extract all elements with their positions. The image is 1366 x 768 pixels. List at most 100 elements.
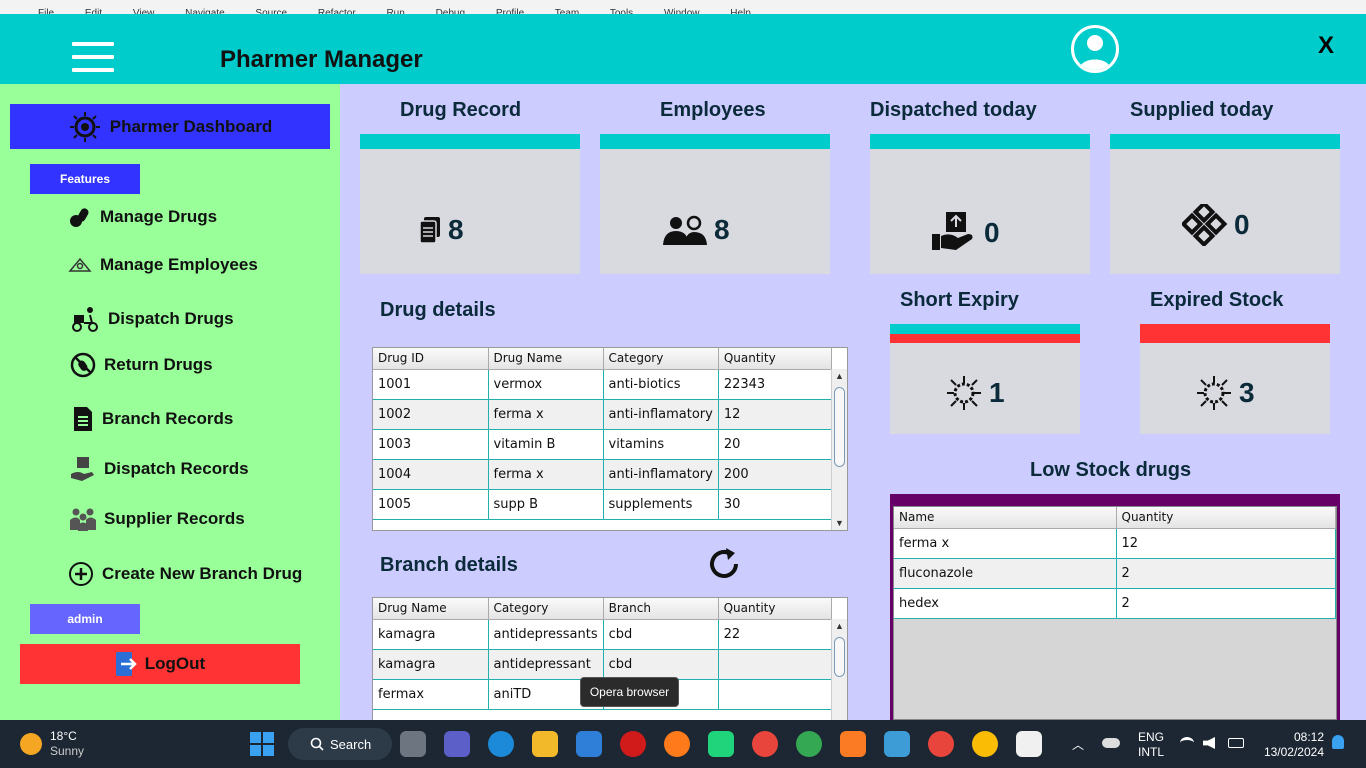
column-header[interactable]: Branch — [603, 598, 719, 620]
chrome-profile-icon[interactable] — [796, 731, 822, 757]
table-cell[interactable]: anti-biotics — [603, 369, 719, 400]
table-row[interactable]: ferma x 12 — [894, 528, 1336, 559]
table-row[interactable]: 1004 ferma x anti-inflamatory 200 — [373, 459, 833, 490]
table-cell[interactable]: fermax — [373, 679, 489, 710]
expired-stock-card[interactable]: 3 — [1140, 324, 1330, 434]
xampp-icon[interactable] — [840, 731, 866, 757]
java-icon[interactable] — [1016, 731, 1042, 757]
file-explorer-icon[interactable] — [532, 731, 558, 757]
table-row[interactable]: kamagra antidepressants cbd 22 — [373, 619, 833, 650]
table-cell[interactable] — [718, 679, 833, 710]
table-row[interactable]: 1005 supp Bsupplements 30 — [373, 489, 833, 520]
column-header[interactable]: Drug ID — [373, 348, 489, 370]
sidebar-item-branch-records[interactable]: Branch Records — [72, 406, 233, 432]
pycharm-icon[interactable] — [708, 731, 734, 757]
table-row[interactable]: hedex 2 — [894, 588, 1336, 619]
logout-button[interactable]: LogOut — [20, 644, 300, 684]
column-header[interactable]: Quantity — [1116, 507, 1336, 529]
clock[interactable]: 08:12 13/02/2024 — [1258, 730, 1324, 760]
sidebar-item-dispatch-drugs[interactable]: Dispatch Drugs — [70, 305, 234, 333]
table-cell[interactable]: 2 — [1116, 588, 1336, 619]
table-cell[interactable]: 12 — [1116, 528, 1336, 559]
table-cell[interactable]: 22343 — [718, 369, 833, 400]
weather-sun-icon[interactable] — [20, 733, 42, 755]
dashboard-button[interactable]: Pharmer Dashboard — [10, 104, 330, 149]
edge-icon[interactable] — [488, 731, 514, 757]
column-header[interactable]: Category — [488, 598, 604, 620]
sidebar-item-manage-drugs[interactable]: Manage Drugs — [68, 205, 217, 229]
table-cell[interactable]: 1002 — [373, 399, 489, 430]
sidebar-item-supplier-records[interactable]: Supplier Records — [70, 506, 245, 532]
table-cell[interactable]: kamagra — [373, 619, 489, 650]
table-cell[interactable]: 2 — [1116, 558, 1336, 589]
stat-card-drug-record[interactable]: 8 — [360, 134, 580, 274]
table-cell[interactable]: antidepressant — [488, 649, 604, 680]
table-cell[interactable]: ferma x — [488, 399, 604, 430]
sidebar-item-manage-employees[interactable]: Manage Employees — [68, 253, 258, 277]
stat-card-dispatched-today[interactable]: 0 — [870, 134, 1090, 274]
table-cell[interactable]: ferma x — [488, 459, 604, 490]
chrome-icon[interactable] — [752, 731, 778, 757]
table-row[interactable]: kamagra antidepressant cbd — [373, 649, 833, 680]
column-header[interactable]: Quantity — [718, 598, 833, 620]
column-header[interactable]: Category — [603, 348, 719, 370]
table-row[interactable]: 1003 vitamin Bvitamins 20 — [373, 429, 833, 460]
table-cell[interactable]: cbd — [603, 649, 719, 680]
table-cell[interactable]: 20 — [718, 429, 833, 460]
table-cell[interactable]: 1004 — [373, 459, 489, 490]
task-view-icon[interactable] — [400, 731, 426, 757]
table-cell[interactable]: anti-inflamatory — [603, 399, 719, 430]
column-header[interactable]: Drug Name — [488, 348, 604, 370]
short-expiry-card[interactable]: 1 — [890, 324, 1080, 434]
table-cell[interactable]: 30 — [718, 489, 833, 520]
table-cell[interactable]: supplements — [603, 489, 719, 520]
vertical-scrollbar[interactable]: ▲ ▼ — [831, 369, 847, 530]
column-header[interactable]: Name — [894, 507, 1117, 529]
column-header[interactable]: Drug Name — [373, 598, 489, 620]
chrome-profile-3-icon[interactable] — [972, 731, 998, 757]
table-row[interactable]: 1001 vermox anti-biotics 22343 — [373, 369, 833, 400]
user-avatar-icon[interactable] — [1071, 25, 1119, 73]
low-stock-table[interactable]: Name Quantity ferma x 12 fluconazole 2 hed… — [893, 506, 1337, 720]
table-cell[interactable]: 12 — [718, 399, 833, 430]
table-row[interactable]: 1002 ferma x anti-inflamatory 12 — [373, 399, 833, 430]
windows-start-icon[interactable] — [250, 732, 274, 756]
store-icon[interactable] — [576, 731, 602, 757]
table-cell[interactable]: vitamin B — [488, 429, 604, 460]
table-cell[interactable]: hedex — [894, 588, 1117, 619]
table-cell[interactable]: anti-inflamatory — [603, 459, 719, 490]
netbeans-icon[interactable] — [884, 731, 910, 757]
language-indicator[interactable]: ENG INTL — [1138, 730, 1164, 760]
taskbar-search[interactable]: Search — [288, 728, 392, 760]
table-cell[interactable]: kamagra — [373, 649, 489, 680]
table-cell[interactable]: 1005 — [373, 489, 489, 520]
notification-bell-icon[interactable] — [1332, 735, 1344, 749]
table-cell[interactable]: 200 — [718, 459, 833, 490]
sidebar-item-return-drugs[interactable]: Return Drugs — [70, 352, 213, 378]
table-cell[interactable]: cbd — [603, 619, 719, 650]
drug-details-table[interactable]: Drug ID Drug Name Category Quantity 1001… — [372, 347, 848, 531]
weather-widget[interactable]: 18°C Sunny — [50, 729, 84, 759]
chevron-up-icon[interactable]: ︿ — [1072, 736, 1084, 753]
table-cell[interactable]: antidepressants — [488, 619, 604, 650]
table-cell[interactable]: ferma x — [894, 528, 1117, 559]
table-cell[interactable]: 22 — [718, 619, 833, 650]
table-cell[interactable]: vermox — [488, 369, 604, 400]
table-cell[interactable]: 1001 — [373, 369, 489, 400]
sidebar-item-dispatch-records[interactable]: Dispatch Records — [70, 456, 249, 482]
battery-icon[interactable] — [1228, 738, 1244, 748]
table-cell[interactable] — [718, 649, 833, 680]
vertical-scrollbar[interactable]: ▲ — [831, 619, 847, 720]
opera-icon[interactable] — [620, 731, 646, 757]
sidebar-item-create-branch-drug[interactable]: Create New Branch Drug — [68, 561, 302, 587]
teams-icon[interactable] — [444, 731, 470, 757]
stat-card-employees[interactable]: 8 — [600, 134, 830, 274]
wifi-icon[interactable] — [1180, 737, 1194, 749]
menu-hamburger-icon[interactable] — [72, 42, 114, 72]
table-row[interactable]: fluconazole 2 — [894, 558, 1336, 589]
table-cell[interactable]: 1003 — [373, 429, 489, 460]
column-header[interactable]: Quantity — [718, 348, 833, 370]
stat-card-supplied-today[interactable]: 0 — [1110, 134, 1340, 274]
table-cell[interactable]: vitamins — [603, 429, 719, 460]
table-cell[interactable]: supp B — [488, 489, 604, 520]
